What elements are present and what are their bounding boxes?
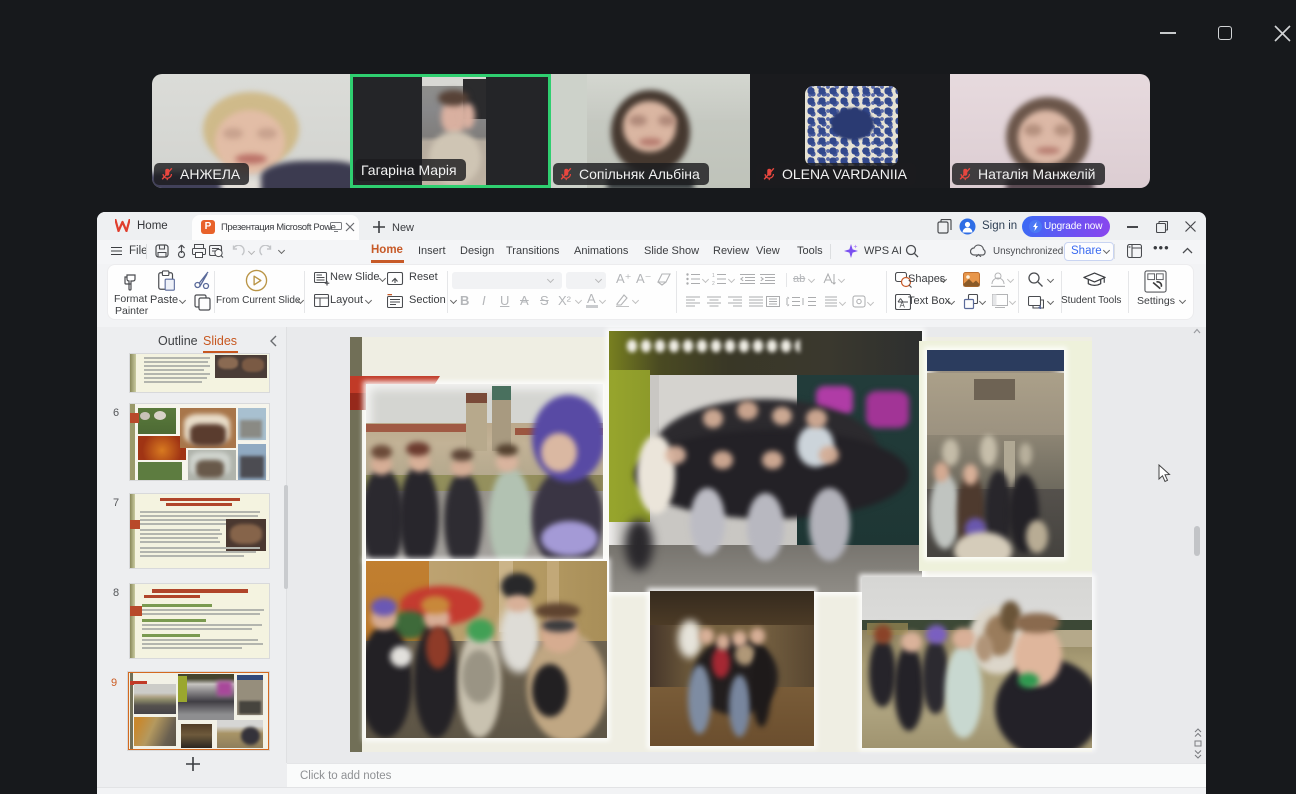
svg-text:2: 2 bbox=[712, 281, 715, 285]
svg-text:1: 1 bbox=[712, 273, 715, 279]
svg-text:A: A bbox=[900, 301, 906, 310]
